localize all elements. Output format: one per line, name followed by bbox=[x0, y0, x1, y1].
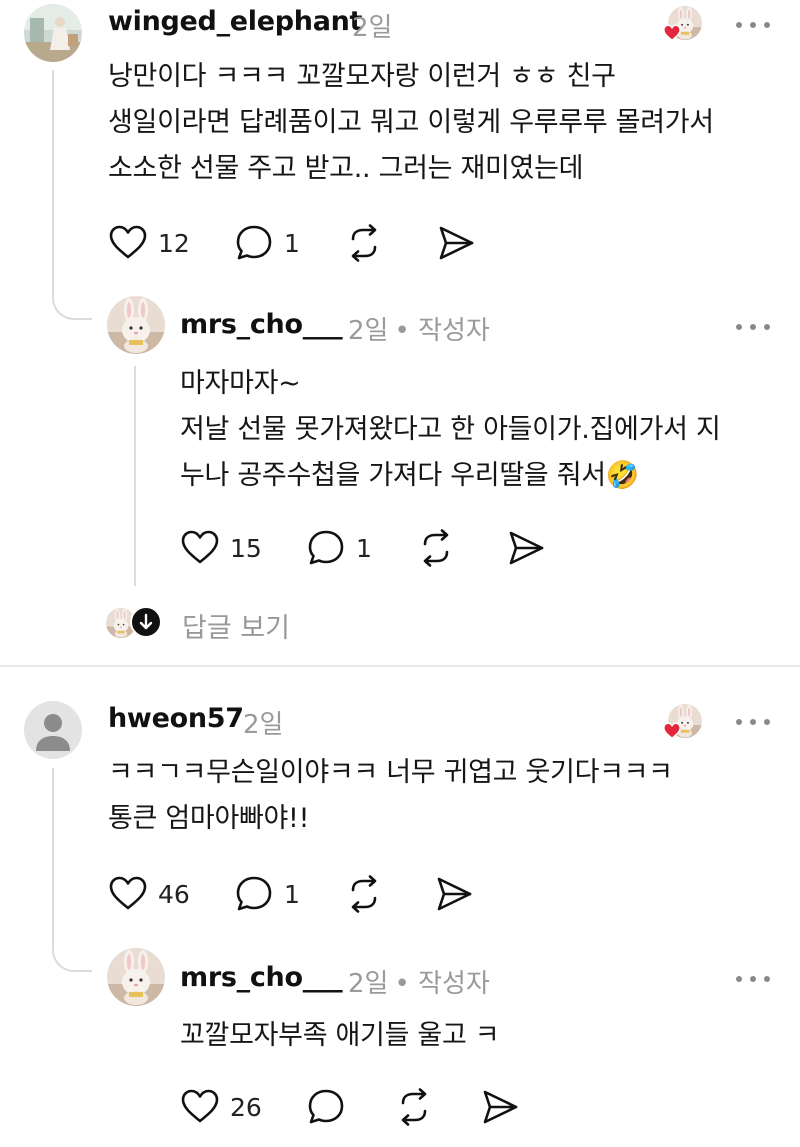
more-options-icon[interactable] bbox=[736, 322, 770, 332]
repost-icon bbox=[394, 1087, 434, 1127]
reply-count: 1 bbox=[284, 879, 300, 909]
reply-button[interactable] bbox=[306, 1087, 346, 1127]
heart-icon bbox=[108, 223, 148, 263]
reply-line: 꼬깔모자부족 애기들 울고 ㅋ bbox=[180, 1020, 500, 1051]
liked-by-author-icon bbox=[663, 704, 702, 742]
repost-button[interactable] bbox=[394, 1087, 434, 1127]
timestamp: 2일 bbox=[352, 13, 393, 43]
heart-icon bbox=[108, 874, 148, 914]
timestamp: 2일 bbox=[348, 969, 389, 999]
reply-meta: 2일 • 작성자 bbox=[348, 310, 490, 347]
like-button[interactable]: 26 bbox=[180, 1087, 262, 1127]
reply-button[interactable]: 1 bbox=[234, 874, 300, 914]
heart-icon bbox=[180, 528, 220, 568]
like-count: 15 bbox=[230, 533, 262, 563]
share-button[interactable] bbox=[480, 1087, 520, 1127]
username[interactable]: mrs_cho___ bbox=[180, 309, 343, 340]
default-avatar-icon bbox=[36, 714, 70, 751]
thread-connector bbox=[52, 70, 92, 320]
reply-line: 마자마자~ bbox=[180, 368, 301, 399]
reply-button[interactable]: 1 bbox=[234, 223, 300, 263]
like-button[interactable]: 46 bbox=[108, 874, 190, 914]
thread-connector bbox=[52, 768, 92, 972]
avatar-mrs-cho[interactable] bbox=[107, 948, 165, 1006]
send-icon bbox=[506, 528, 546, 568]
more-options-icon[interactable] bbox=[736, 20, 770, 30]
repost-icon bbox=[344, 874, 384, 914]
like-count: 46 bbox=[158, 879, 190, 909]
view-replies-label: 답글 보기 bbox=[182, 613, 290, 644]
repost-button[interactable] bbox=[344, 223, 384, 263]
share-button[interactable] bbox=[434, 874, 474, 914]
send-icon bbox=[436, 223, 476, 263]
timestamp: 2일 bbox=[348, 316, 389, 346]
comment-line: 통큰 엄마아빠야!! bbox=[108, 803, 310, 834]
reply-meta: 2일 • 작성자 bbox=[348, 963, 490, 1000]
send-icon bbox=[434, 874, 474, 914]
repost-button[interactable] bbox=[344, 874, 384, 914]
comment-icon bbox=[234, 874, 274, 914]
heart-icon bbox=[180, 1087, 220, 1127]
more-options-icon[interactable] bbox=[736, 974, 770, 984]
author-tag: • 작성자 bbox=[394, 969, 490, 999]
reply-count: 1 bbox=[284, 228, 300, 258]
avatar-image bbox=[107, 948, 165, 1006]
reply-line: 누나 공주수첩을 가져다 우리딸을 줘서🤣 bbox=[180, 460, 640, 491]
divider bbox=[0, 665, 800, 667]
comment-line: ㅋㅋㄱㅋ무슨일이야ㅋㅋ 너무 귀엽고 웃기다ㅋㅋㅋ bbox=[108, 757, 673, 788]
like-count: 12 bbox=[158, 228, 190, 258]
reply-button[interactable]: 1 bbox=[306, 528, 372, 568]
comment-line: 소소한 선물 주고 받고.. 그러는 재미였는데 bbox=[108, 153, 584, 184]
comment-line: 생일이라면 답례품이고 뭐고 이렇게 우루루루 몰려가서 bbox=[108, 107, 714, 138]
send-icon bbox=[480, 1087, 520, 1127]
avatar-winged-elephant[interactable] bbox=[24, 4, 82, 62]
avatar-image bbox=[107, 296, 165, 354]
like-button[interactable]: 15 bbox=[180, 528, 262, 568]
username[interactable]: hweon57 bbox=[108, 703, 244, 734]
username[interactable]: mrs_cho___ bbox=[180, 962, 343, 993]
comment-icon bbox=[306, 528, 346, 568]
comment-line: 낭만이다 ㅋㅋㅋ 꼬깔모자랑 이런거 ㅎㅎ 친구 bbox=[108, 61, 616, 92]
arrow-down-icon bbox=[130, 606, 162, 638]
repost-button[interactable] bbox=[416, 528, 456, 568]
comment-icon bbox=[306, 1087, 346, 1127]
like-count: 26 bbox=[230, 1092, 262, 1122]
reply-line: 저날 선물 못가져왔다고 한 아들이가.집에가서 지 bbox=[180, 414, 721, 445]
liked-by-author-icon bbox=[663, 6, 702, 44]
author-tag: • 작성자 bbox=[394, 316, 490, 346]
more-options-icon[interactable] bbox=[736, 717, 770, 727]
avatar-image bbox=[24, 4, 82, 62]
timestamp: 2일 bbox=[243, 710, 284, 740]
avatar-mrs-cho[interactable] bbox=[107, 296, 165, 354]
comment-icon bbox=[234, 223, 274, 263]
share-button[interactable] bbox=[436, 223, 476, 263]
like-button[interactable]: 12 bbox=[108, 223, 190, 263]
repost-icon bbox=[416, 528, 456, 568]
avatar-hweon57[interactable] bbox=[24, 701, 82, 759]
share-button[interactable] bbox=[506, 528, 546, 568]
reply-count: 1 bbox=[356, 533, 372, 563]
thread-line bbox=[134, 366, 136, 586]
repost-icon bbox=[344, 223, 384, 263]
view-replies-button[interactable]: 답글 보기 bbox=[106, 604, 366, 644]
username[interactable]: winged_elephant bbox=[108, 6, 362, 37]
